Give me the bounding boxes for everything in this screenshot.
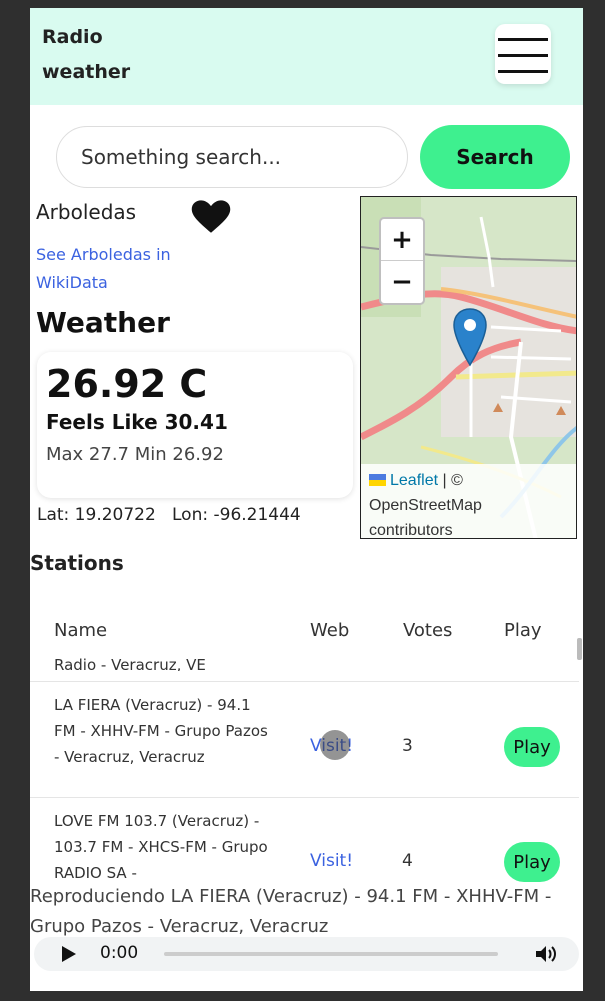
station-name: LOVE FM 103.7 (Veracruz) - 103.7 FM - XH…	[54, 812, 268, 882]
max-min-temperature: Max 27.7 Min 26.92	[46, 444, 224, 465]
weather-heading: Weather	[36, 306, 170, 339]
coordinates: Lat: 19.20722 Lon: -96.21444	[37, 505, 301, 525]
app-frame: Radio weather Search Arboledas See Arbol…	[30, 8, 583, 991]
map[interactable]: + − Leaflet | © OpenStreetMap contributo…	[360, 196, 577, 539]
wikidata-link[interactable]: See Arboledas in WikiData	[36, 241, 206, 297]
station-play-button[interactable]: Play	[504, 727, 560, 767]
zoom-in-button[interactable]: +	[381, 219, 423, 261]
osm-attribution[interactable]: OpenStreetMap contributors	[369, 497, 482, 538]
audio-play-icon[interactable]	[62, 946, 76, 962]
ukraine-flag-icon	[369, 474, 386, 486]
place-name: Arboledas	[36, 200, 137, 224]
map-marker-icon[interactable]	[452, 307, 488, 367]
row-divider	[30, 797, 579, 798]
station-votes: 3	[402, 736, 413, 756]
hamburger-menu-button[interactable]	[495, 24, 551, 84]
column-header-name: Name	[54, 620, 108, 641]
station-votes: 4	[402, 851, 413, 871]
column-header-play: Play	[504, 620, 542, 641]
stations-heading: Stations	[30, 551, 124, 575]
stations-table[interactable]: Name Web Votes Play Radio - Veracruz, VE…	[30, 608, 579, 888]
touch-cursor	[320, 730, 350, 760]
column-header-web: Web	[310, 620, 350, 641]
station-play-button[interactable]: Play	[504, 842, 560, 882]
map-zoom-control: + −	[379, 217, 425, 305]
row-divider	[30, 681, 579, 682]
table-scrollbar[interactable]	[577, 638, 582, 660]
attribution-separator: | ©	[438, 472, 463, 489]
brand-title: Radio weather	[42, 26, 131, 83]
leaflet-link[interactable]: Leaflet	[390, 472, 438, 489]
menu-bar-icon	[498, 38, 548, 41]
map-attribution: Leaflet | © OpenStreetMap contributors	[361, 464, 576, 538]
station-name: LA FIERA (Veracruz) - 94.1 FM - XHHV-FM …	[54, 696, 268, 766]
audio-progress-slider[interactable]	[164, 952, 498, 956]
search-input[interactable]	[56, 126, 408, 188]
now-playing-text: Reproduciendo LA FIERA (Veracruz) - 94.1…	[30, 886, 552, 937]
search-button[interactable]: Search	[420, 125, 570, 189]
temperature: 26.92 C	[46, 362, 208, 406]
weather-card: 26.92 C Feels Like 30.41 Max 27.7 Min 26…	[37, 352, 353, 498]
column-header-votes: Votes	[403, 620, 453, 641]
feels-like: Feels Like 30.41	[46, 410, 228, 434]
audio-player: 0:00	[34, 937, 579, 971]
audio-time: 0:00	[100, 943, 139, 963]
header: Radio weather	[30, 8, 583, 105]
volume-icon[interactable]	[534, 944, 558, 964]
menu-bar-icon	[498, 54, 548, 57]
menu-bar-icon	[498, 70, 548, 73]
station-visit-link[interactable]: Visit!	[310, 851, 353, 871]
station-name: Radio - Veracruz, VE	[54, 656, 206, 671]
zoom-out-button[interactable]: −	[381, 261, 423, 303]
heart-icon[interactable]	[190, 196, 232, 238]
